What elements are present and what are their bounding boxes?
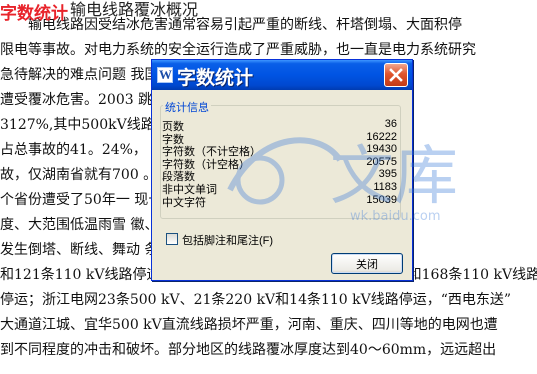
word-app-icon-letter: W bbox=[159, 67, 172, 82]
stat-value: 1183 bbox=[373, 180, 397, 193]
dialog-title: 字数统计 bbox=[177, 68, 254, 89]
stat-label: 中文字符 bbox=[162, 196, 206, 209]
word-app-icon: W bbox=[157, 67, 173, 83]
doc-line: 输电线路因受结冰危害通常容易引起严重的断线、杆塔倒塌、大面积停 bbox=[0, 17, 462, 33]
stat-row-chinese-chars: 中文字符 15039 bbox=[162, 193, 397, 209]
stat-row-words: 字数 16222 bbox=[162, 130, 397, 146]
stat-row-non-chinese-words: 非中文单词 1183 bbox=[162, 180, 397, 196]
stat-value: 36 bbox=[384, 118, 397, 130]
doc-line: 到不同程度的冲击和破坏。部分地区的线路覆冰厚度达到40～60mm，远远超出 bbox=[0, 342, 497, 358]
stat-row-pages: 页数 36 bbox=[162, 118, 397, 133]
stat-value: 395 bbox=[378, 168, 397, 181]
stat-row-chars-with-spaces: 字符数（计空格） 20575 bbox=[162, 155, 397, 171]
overlay-title: 字数统计 bbox=[0, 4, 68, 24]
group-title: 统计信息 bbox=[163, 99, 211, 115]
stats-list: 页数 36 字数 16222 字符数（不计空格） 19430 字符数（计空格） … bbox=[162, 118, 397, 209]
word-count-dialog: W 字数统计 统计信息 页数 36 字数 16222 字符数（不计空格） 194… bbox=[151, 59, 413, 281]
dialog-titlebar[interactable]: W 字数统计 bbox=[152, 60, 412, 90]
close-button[interactable]: 关闭 bbox=[331, 253, 403, 274]
doc-line: 停运；浙江电网23条500 kV、21条220 kV和14条110 kV线路停运… bbox=[0, 292, 512, 308]
include-footnotes-label[interactable]: 包括脚注和尾注(F) bbox=[182, 232, 273, 248]
stat-row-paragraphs: 段落数 395 bbox=[162, 168, 397, 183]
close-icon[interactable] bbox=[384, 63, 408, 87]
doc-line: 限电等事故。对电力系统的安全运行造成了严重威胁，也一直是电力系统研究 bbox=[0, 42, 476, 58]
stat-row-chars-no-spaces: 字符数（不计空格） 19430 bbox=[162, 143, 397, 158]
stat-value: 19430 bbox=[366, 143, 397, 156]
stat-value: 20575 bbox=[366, 155, 397, 168]
include-footnotes-checkbox[interactable] bbox=[166, 233, 178, 245]
doc-line: 大通道江城、宜华500 kV直流线路损坏严重，河南、重庆、四川等地的电网也遭 bbox=[0, 317, 498, 333]
stat-value: 16222 bbox=[366, 130, 397, 143]
stat-value: 15039 bbox=[366, 193, 397, 206]
